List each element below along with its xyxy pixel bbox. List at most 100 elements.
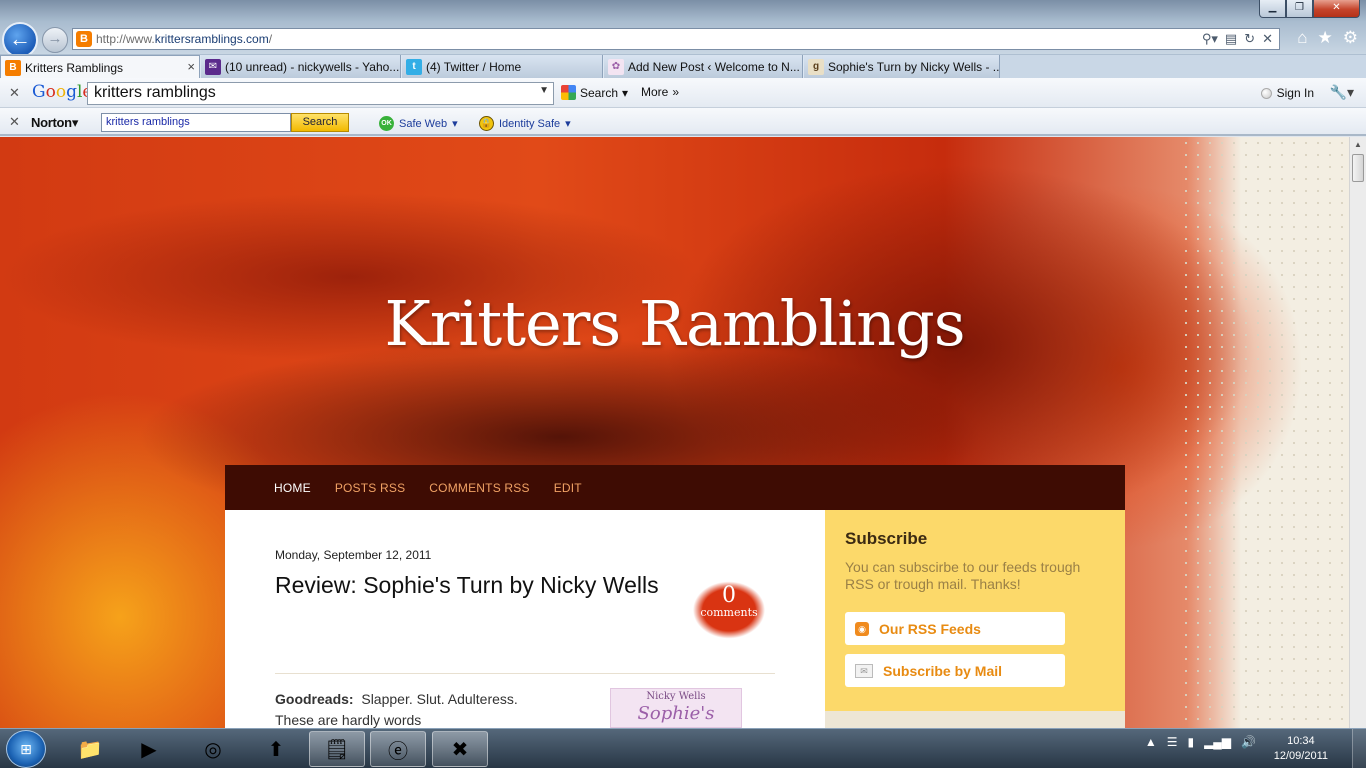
subscribe-text: You can subscirbe to our feeds trough RS… xyxy=(845,559,1081,592)
blog-navbar: HOME POSTS RSS COMMENTS RSS EDIT xyxy=(225,465,1125,510)
minimize-button[interactable]: ▁ xyxy=(1259,0,1286,18)
yahoo-mail-icon: ✉ xyxy=(205,58,221,75)
google-toolbar: ✕ Google kritters ramblings ▼ Search▾ Mo… xyxy=(0,78,1366,108)
dotted-background xyxy=(1180,137,1349,728)
nav-home[interactable]: HOME xyxy=(274,481,311,495)
sticky-notes-icon[interactable]: 🗒 xyxy=(309,731,365,767)
nav-posts-rss[interactable]: POSTS RSS xyxy=(335,481,405,495)
tab-twitter[interactable]: t (4) Twitter / Home xyxy=(401,55,603,78)
tab-label: Sophie's Turn by Nicky Wells - ... xyxy=(828,59,1000,74)
lock-icon: 🔒 xyxy=(479,116,494,131)
nav-edit[interactable]: EDIT xyxy=(554,481,582,495)
refresh-icon[interactable]: ↻ xyxy=(1244,31,1255,47)
wrench-icon[interactable]: 🔧▾ xyxy=(1330,84,1354,101)
chevron-down-icon: ▾ xyxy=(71,115,79,130)
network-icon[interactable]: ▂▄▆ xyxy=(1204,735,1231,749)
norton-app-icon[interactable]: ⬆ xyxy=(248,731,304,767)
page-viewport: Kritters Ramblings HOME POSTS RSS COMMEN… xyxy=(0,137,1349,728)
double-chevron-right-icon: » xyxy=(672,85,680,99)
volume-icon[interactable]: 🔊 xyxy=(1241,735,1256,749)
subscribe-title: Subscribe xyxy=(845,529,928,548)
google-search-button[interactable]: Search ▾ xyxy=(561,85,628,100)
browser-title-bar: ▁ ❐ ✕ ← → B http://www.krittersramblings… xyxy=(0,0,1366,58)
tab-label: Kritters Ramblings xyxy=(25,60,124,75)
more-button[interactable]: More» xyxy=(641,85,679,99)
post-title[interactable]: Review: Sophie's Turn by Nicky Wells xyxy=(275,572,659,599)
restore-button[interactable]: ❐ xyxy=(1286,0,1313,18)
explorer-icon[interactable]: 📁 xyxy=(62,731,118,767)
norton-search-input[interactable]: kritters ramblings xyxy=(101,113,291,132)
blog-title[interactable]: Kritters Ramblings xyxy=(0,287,1349,360)
browser-command-icons: ⌂ ★ ⚙ xyxy=(1297,28,1358,48)
address-bar[interactable]: B http://www.krittersramblings.com/ ⚲▾ ▤… xyxy=(72,28,1280,50)
address-tools: ⚲▾ ▤ ↻ ✕ xyxy=(1202,31,1273,47)
close-tab-icon[interactable]: × xyxy=(187,59,195,74)
blogger-icon: B xyxy=(5,59,21,76)
post-body: Goodreads: Slapper. Slut. Adulteress. Th… xyxy=(275,691,518,728)
safe-web-ok-icon: OK xyxy=(379,116,394,131)
stop-icon[interactable]: ✕ xyxy=(1262,31,1273,47)
compatibility-view-icon[interactable]: ▤ xyxy=(1225,31,1237,47)
tab-add-new-post[interactable]: ✿ Add New Post ‹ Welcome to N... xyxy=(603,55,803,78)
window-controls: ▁ ❐ ✕ xyxy=(1259,0,1360,18)
safe-web-button[interactable]: OK Safe Web ▾ xyxy=(379,116,458,131)
close-toolbar-icon[interactable]: ✕ xyxy=(9,114,20,130)
post-date: Monday, September 12, 2011 xyxy=(275,548,432,562)
tab-label: (4) Twitter / Home xyxy=(426,59,522,74)
chevron-down-icon: ▾ xyxy=(622,85,629,100)
tab-label: Add New Post ‹ Welcome to N... xyxy=(628,59,800,74)
excel-icon[interactable]: ✖ xyxy=(432,731,488,767)
scroll-up-icon[interactable]: ▲ xyxy=(1350,137,1366,153)
favorites-star-icon[interactable]: ★ xyxy=(1318,28,1333,48)
media-player-icon[interactable]: ▶ xyxy=(121,731,177,767)
post-content: Monday, September 12, 2011 Review: Sophi… xyxy=(225,510,825,728)
sidebar-footer xyxy=(825,711,1125,728)
tools-gear-icon[interactable]: ⚙ xyxy=(1343,28,1358,48)
url-text[interactable]: http://www.krittersramblings.com/ xyxy=(96,32,272,46)
home-icon[interactable]: ⌂ xyxy=(1297,28,1307,48)
subscribe-widget: Subscribe You can subscirbe to our feeds… xyxy=(825,510,1125,711)
tab-yahoo-mail[interactable]: ✉ (10 unread) - nickywells - Yaho... xyxy=(200,55,401,78)
rss-feeds-button[interactable]: ◉ Our RSS Feeds xyxy=(845,612,1065,645)
tab-goodreads[interactable]: g Sophie's Turn by Nicky Wells - ... xyxy=(803,55,1000,78)
chrome-icon[interactable]: ◎ xyxy=(185,731,241,767)
norton-logo[interactable]: Norton▾ xyxy=(31,115,78,131)
norton-search-button[interactable]: Search xyxy=(291,113,349,132)
close-toolbar-icon[interactable]: ✕ xyxy=(9,85,20,101)
subscribe-mail-button[interactable]: ✉ Subscribe by Mail xyxy=(845,654,1065,687)
book-cover-image[interactable]: Nicky Wells Sophie's xyxy=(610,688,742,728)
system-tray: ▲ ☰ ▮ ▂▄▆ 🔊 xyxy=(1145,735,1256,749)
vertical-scrollbar[interactable]: ▲ xyxy=(1349,137,1366,728)
battery-icon[interactable]: ▮ xyxy=(1187,735,1194,749)
google-search-input[interactable]: kritters ramblings ▼ xyxy=(87,82,554,105)
tab-label: (10 unread) - nickywells - Yaho... xyxy=(225,59,400,74)
identity-safe-button[interactable]: 🔒 Identity Safe ▾ xyxy=(479,116,571,131)
sign-in-button[interactable]: Sign In xyxy=(1260,86,1314,100)
chevron-down-icon[interactable]: ▼ xyxy=(539,85,549,96)
start-button[interactable]: ⊞ xyxy=(6,730,46,768)
nav-comments-rss[interactable]: COMMENTS RSS xyxy=(429,481,529,495)
clock[interactable]: 10:34 12/09/2011 xyxy=(1274,734,1328,764)
scroll-thumb[interactable] xyxy=(1352,154,1364,182)
address-search-icon[interactable]: ⚲▾ xyxy=(1202,31,1218,47)
internet-explorer-icon[interactable]: ⓔ xyxy=(370,731,426,767)
tab-kritters-ramblings[interactable]: B Kritters Ramblings × xyxy=(0,55,200,79)
norton-toolbar: ✕ Norton▾ kritters ramblings Search OK S… xyxy=(0,108,1366,136)
tray-expand-icon[interactable]: ▲ xyxy=(1145,735,1157,749)
sign-in-icon xyxy=(1260,87,1272,99)
rss-icon: ◉ xyxy=(855,621,869,636)
blogger-favicon-icon: B xyxy=(76,31,92,47)
forward-button[interactable]: → xyxy=(42,27,68,53)
back-button[interactable]: ← xyxy=(2,22,38,58)
google-logo[interactable]: Google xyxy=(32,82,92,102)
windows-taskbar: ⊞ 📁 ▶ ◎ ⬆ 🗒 ⓔ ✖ ▲ ☰ ▮ ▂▄▆ 🔊 10:34 12/09/… xyxy=(0,728,1366,768)
show-desktop-button[interactable] xyxy=(1352,729,1366,768)
google-search-icon xyxy=(561,85,576,100)
sync-icon[interactable]: ☰ xyxy=(1167,735,1178,749)
wordpress-site-icon: ✿ xyxy=(608,58,624,75)
tab-row: B Kritters Ramblings × ✉ (10 unread) - n… xyxy=(0,54,1366,79)
comment-count-badge[interactable]: 0 comments xyxy=(680,567,778,653)
close-window-button[interactable]: ✕ xyxy=(1313,0,1360,18)
divider xyxy=(275,673,775,674)
twitter-icon: t xyxy=(406,58,422,75)
